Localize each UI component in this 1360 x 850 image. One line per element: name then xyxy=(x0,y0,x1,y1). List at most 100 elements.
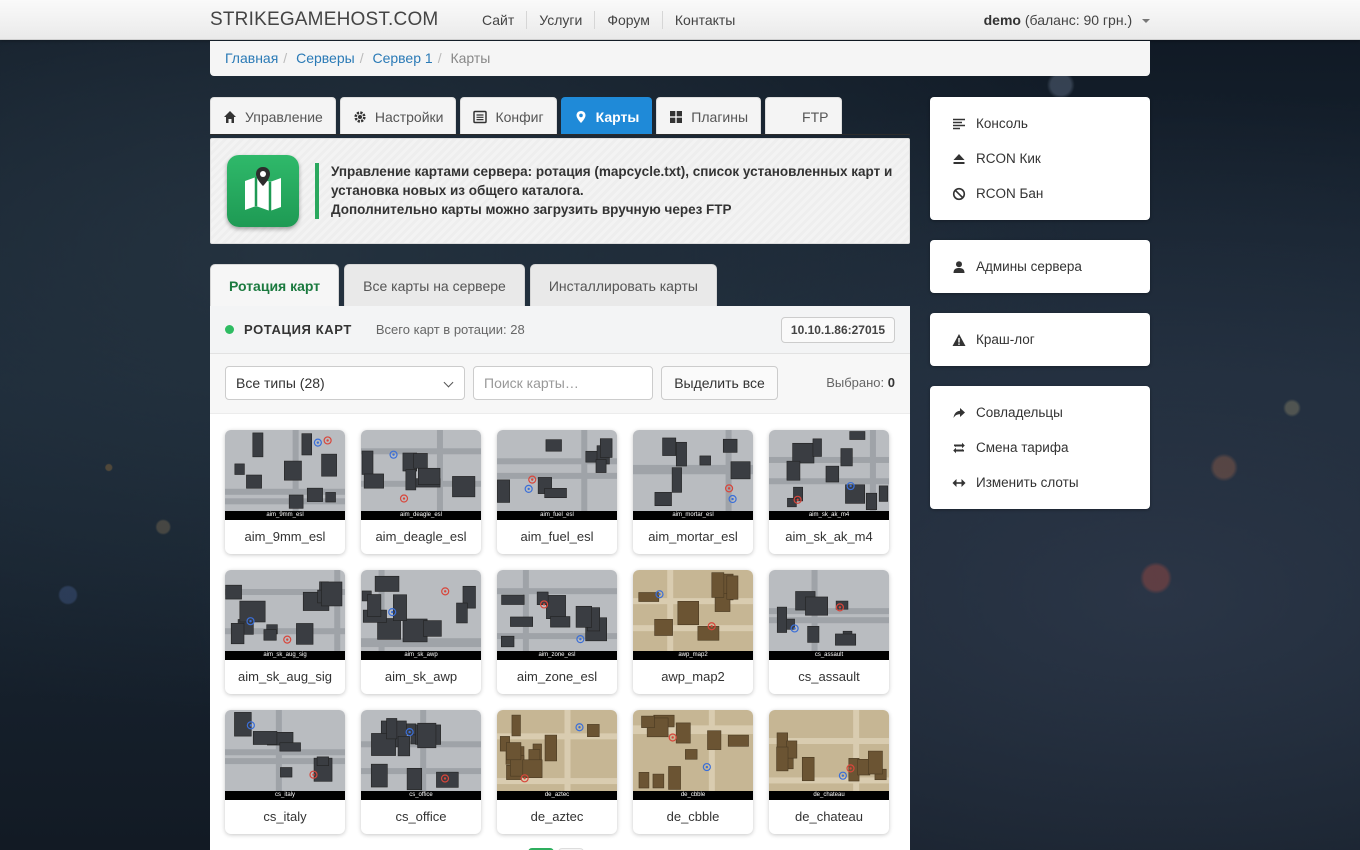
map-card[interactable]: aim_sk_aug_sig aim_sk_aug_sig xyxy=(225,570,345,694)
map-thumbnail-caption: awp_map2 xyxy=(633,651,753,660)
map-grid: aim_9mm_esl aim_9mm_esl aim_deagle_esl aim_… xyxy=(225,430,889,834)
map-name: aim_deagle_esl xyxy=(375,529,467,544)
map-name: aim_mortar_esl xyxy=(648,529,738,544)
tab-config[interactable]: Конфиг xyxy=(460,97,557,135)
map-card[interactable]: cs_assault cs_assault xyxy=(769,570,889,694)
map-card[interactable]: de_cbble de_cbble xyxy=(633,710,753,834)
map-thumbnail-caption: cs_assault xyxy=(769,651,889,660)
breadcrumb: Главная / Серверы / Сервер 1/ Карты xyxy=(210,41,1150,76)
panel-title: РОТАЦИЯ КАРТ xyxy=(244,322,352,337)
caret-down-icon xyxy=(1142,19,1150,24)
breadcrumb-server[interactable]: Сервер 1 xyxy=(372,50,432,66)
map-type-select[interactable]: Все типы (28) xyxy=(225,366,465,400)
console-icon xyxy=(953,118,965,129)
tab-label: FTP xyxy=(802,108,829,125)
tab-settings[interactable]: Настройки xyxy=(339,97,457,135)
map-icon xyxy=(227,155,299,227)
sidebar-item-crashlog[interactable]: Краш-лог xyxy=(930,322,1150,357)
brand-logo[interactable]: STRIKEGAMEHOST.COM xyxy=(210,9,438,31)
map-card[interactable]: aim_sk_awp aim_sk_awp xyxy=(361,570,481,694)
server-ip-badge[interactable]: 10.10.1.86:27015 xyxy=(780,317,895,343)
map-thumbnail-caption: de_cbble xyxy=(633,791,753,800)
map-thumbnail: de_chateau xyxy=(769,710,889,800)
map-card[interactable]: aim_mortar_esl aim_mortar_esl xyxy=(633,430,753,554)
map-card[interactable]: aim_deagle_esl aim_deagle_esl xyxy=(361,430,481,554)
breadcrumb-home[interactable]: Главная xyxy=(225,50,278,66)
nav-link-contacts[interactable]: Контакты xyxy=(663,11,747,29)
sidebar-item-rcon-kick[interactable]: RCON Кик xyxy=(930,141,1150,176)
map-name: cs_office xyxy=(395,809,447,824)
share-icon xyxy=(953,407,965,418)
breadcrumb-current: Карты xyxy=(450,50,491,66)
map-thumbnail-caption: de_chateau xyxy=(769,791,889,800)
map-name: aim_fuel_esl xyxy=(520,529,594,544)
sidebar-item-coowners[interactable]: Совладельцы xyxy=(930,395,1150,430)
map-thumbnail: aim_9mm_esl xyxy=(225,430,345,520)
tab-maps[interactable]: Карты xyxy=(560,97,653,135)
map-thumbnail: aim_zone_esl xyxy=(497,570,617,660)
sidebar-item-change-slots[interactable]: Изменить слоты xyxy=(930,465,1150,500)
map-card[interactable]: aim_fuel_esl aim_fuel_esl xyxy=(497,430,617,554)
map-card[interactable]: de_chateau de_chateau xyxy=(769,710,889,834)
map-thumbnail-caption: aim_deagle_esl xyxy=(361,511,481,520)
tab-management[interactable]: Управление xyxy=(210,97,336,135)
tab-plugins[interactable]: Плагины xyxy=(656,97,762,135)
nav-links: Сайт Услуги Форум Контакты xyxy=(470,0,747,40)
subtab-rotation[interactable]: Ротация карт xyxy=(210,264,340,306)
sidebar-group-crashlog: Краш-лог xyxy=(930,313,1150,366)
map-thumbnail: aim_deagle_esl xyxy=(361,430,481,520)
tab-ftp[interactable]: FTP xyxy=(765,97,842,135)
subtab-all-maps[interactable]: Все карты на сервере xyxy=(344,264,525,306)
sidebar-item-label: Смена тарифа xyxy=(976,440,1069,455)
user-menu[interactable]: demo (баланс: 90 грн.) xyxy=(984,12,1150,28)
info-accent-bar xyxy=(315,163,319,219)
map-card[interactable]: cs_office cs_office xyxy=(361,710,481,834)
nav-link-forum[interactable]: Форум xyxy=(595,11,663,29)
nav-link-services[interactable]: Услуги xyxy=(527,11,596,29)
map-thumbnail-caption: aim_mortar_esl xyxy=(633,511,753,520)
sidebar-item-change-plan[interactable]: Смена тарифа xyxy=(930,430,1150,465)
top-navbar: STRIKEGAMEHOST.COM Сайт Услуги Форум Кон… xyxy=(0,0,1360,40)
map-name: de_cbble xyxy=(666,809,720,824)
select-all-button[interactable]: Выделить все xyxy=(661,366,778,400)
map-card[interactable]: aim_9mm_esl aim_9mm_esl xyxy=(225,430,345,554)
breadcrumb-servers[interactable]: Серверы xyxy=(296,50,355,66)
sidebar-item-label: Админы сервера xyxy=(976,259,1082,274)
map-thumbnail: aim_fuel_esl xyxy=(497,430,617,520)
map-search-input[interactable] xyxy=(473,366,653,400)
map-card[interactable]: awp_map2 awp_map2 xyxy=(633,570,753,694)
user-balance: (баланс: 90 грн.) xyxy=(1024,12,1133,28)
sub-tabs: Ротация карт Все карты на сервере Инстал… xyxy=(210,264,717,306)
tab-label: Настройки xyxy=(374,108,444,125)
nav-link-site[interactable]: Сайт xyxy=(470,11,528,29)
panel-header: РОТАЦИЯ КАРТ Всего карт в ротации: 28 10… xyxy=(210,306,910,354)
rotation-panel: РОТАЦИЯ КАРТ Всего карт в ротации: 28 10… xyxy=(210,306,910,850)
map-thumbnail: cs_assault xyxy=(769,570,889,660)
sidebar-item-label: RCON Бан xyxy=(976,186,1044,201)
map-thumbnail: de_aztec xyxy=(497,710,617,800)
map-card[interactable]: aim_sk_ak_m4 aim_sk_ak_m4 xyxy=(769,430,889,554)
map-card[interactable]: cs_italy cs_italy xyxy=(225,710,345,834)
resize-icon xyxy=(952,478,966,487)
sidebar-item-console[interactable]: Консоль xyxy=(930,106,1150,141)
map-thumbnail: cs_italy xyxy=(225,710,345,800)
map-thumbnail: de_cbble xyxy=(633,710,753,800)
map-name: aim_sk_ak_m4 xyxy=(785,529,873,544)
sidebar-group-account: Совладельцы Смена тарифа Изменить слоты xyxy=(930,386,1150,509)
map-thumbnail: aim_sk_ak_m4 xyxy=(769,430,889,520)
info-line-2: Дополнительно карты можно загрузить вруч… xyxy=(331,202,732,217)
map-card[interactable]: aim_zone_esl aim_zone_esl xyxy=(497,570,617,694)
map-thumbnail: aim_sk_awp xyxy=(361,570,481,660)
sidebar-item-admins[interactable]: Админы сервера xyxy=(930,249,1150,284)
ban-icon xyxy=(952,187,966,200)
map-thumbnail: aim_mortar_esl xyxy=(633,430,753,520)
subtab-install-maps[interactable]: Инсталлировать карты xyxy=(529,264,717,306)
eject-icon xyxy=(953,153,965,164)
map-thumbnail-caption: de_aztec xyxy=(497,791,617,800)
tab-label: Управление xyxy=(245,108,323,125)
sidebar-item-rcon-ban[interactable]: RCON Бан xyxy=(930,176,1150,211)
map-name: awp_map2 xyxy=(661,669,725,684)
map-thumbnail-caption: cs_italy xyxy=(225,791,345,800)
map-card[interactable]: de_aztec de_aztec xyxy=(497,710,617,834)
map-name: aim_zone_esl xyxy=(516,669,598,684)
